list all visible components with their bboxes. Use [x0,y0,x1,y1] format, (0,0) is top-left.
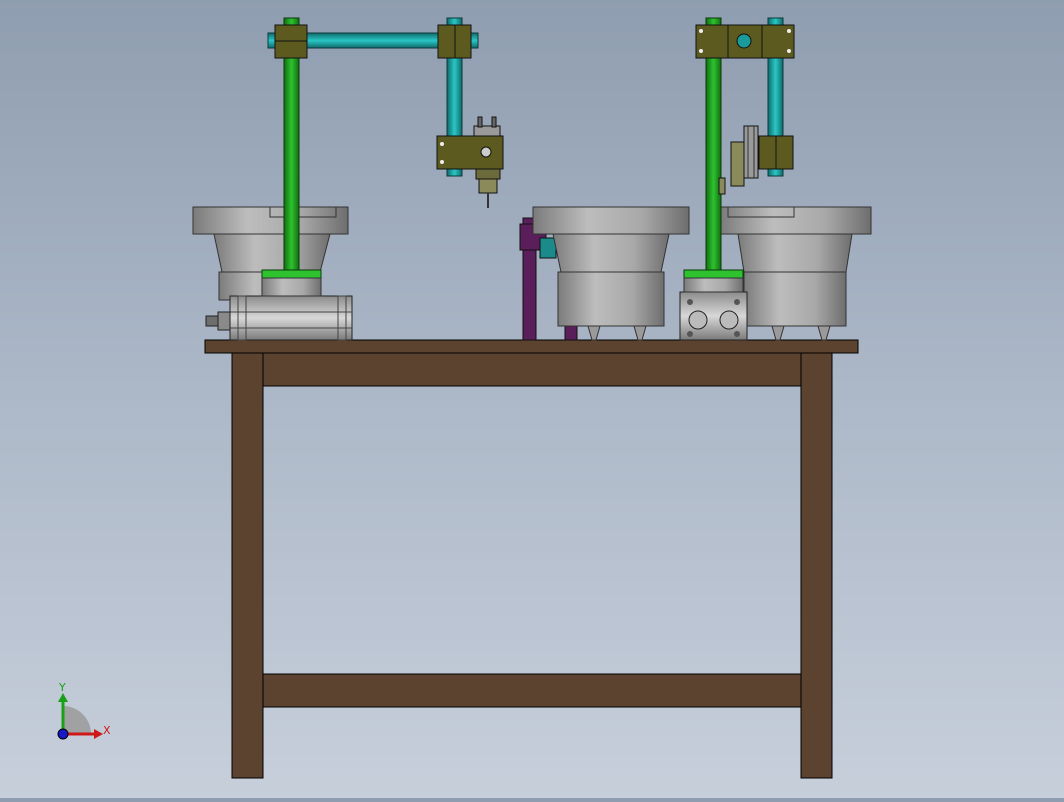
table-top [204,339,859,354]
triad-x-label: X [103,724,111,737]
right-air-cylinder[interactable] [679,291,748,341]
right-top-clamp[interactable] [695,24,795,59]
table-apron [231,352,833,387]
cad-viewport[interactable]: Y X [0,0,1064,798]
left-column-clamp[interactable] [274,24,308,59]
right-gripper-head[interactable] [718,125,794,195]
triad-y-label: Y [58,681,66,694]
workbench [204,339,859,779]
middle-vibratory-bowl[interactable] [532,206,690,341]
table-leg-left [231,352,264,779]
table-stretcher [262,673,802,708]
table-leg-right [800,352,833,779]
model-view: Y X [57,17,872,779]
arm-end-clamp[interactable] [437,24,472,59]
coordinate-triad: Y X [57,681,111,740]
left-air-cylinder[interactable] [205,295,353,341]
